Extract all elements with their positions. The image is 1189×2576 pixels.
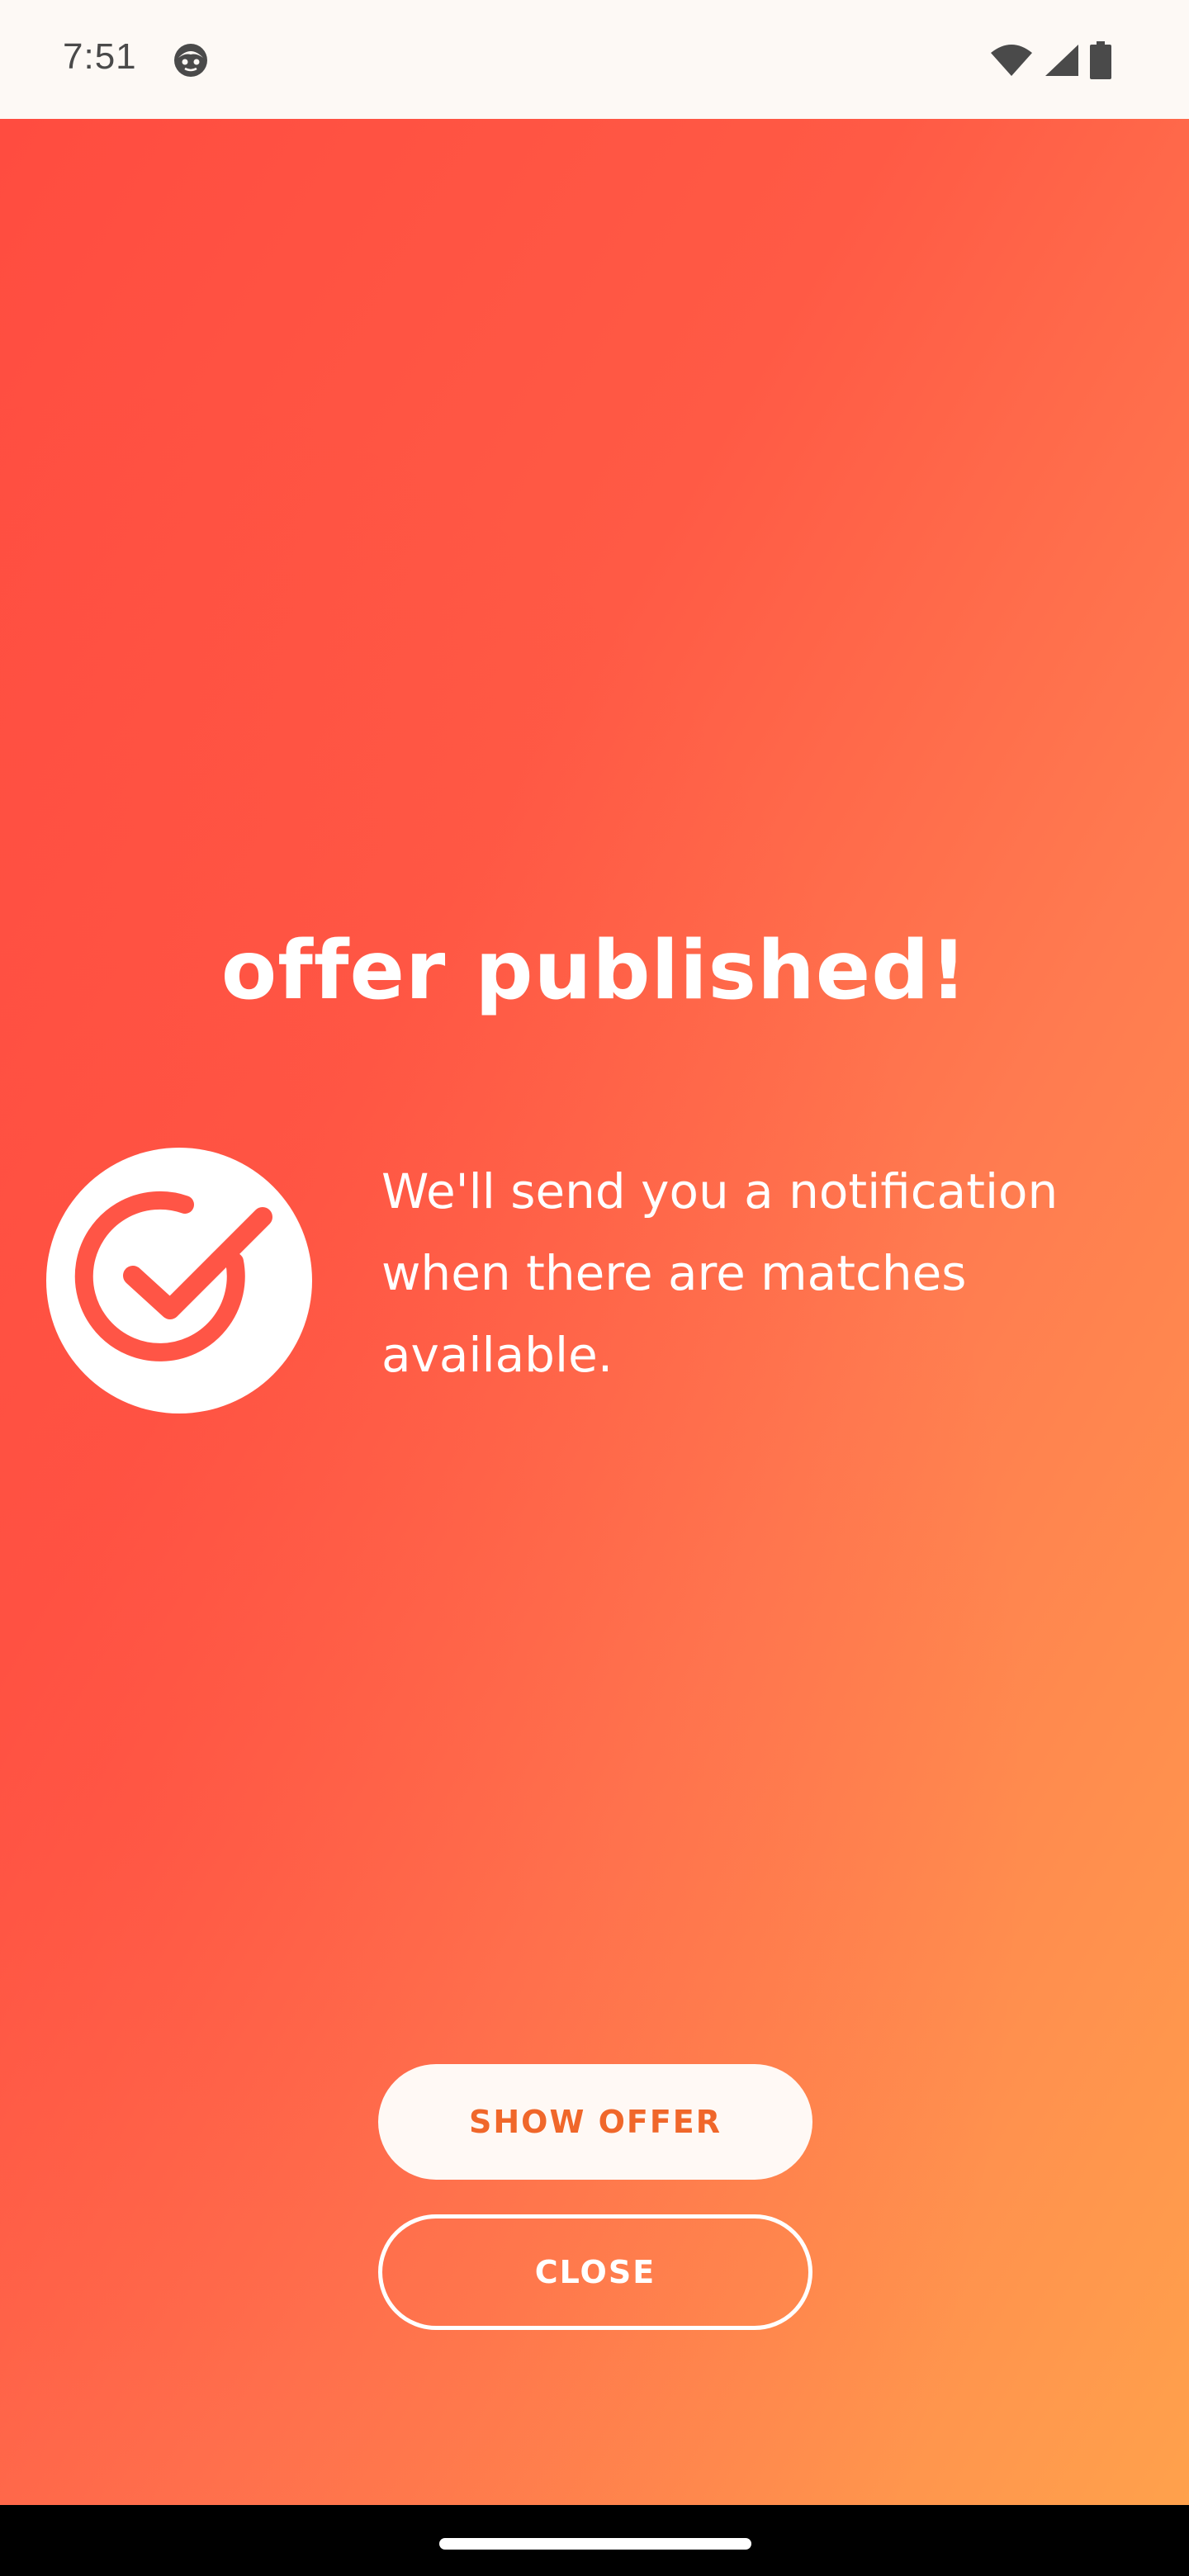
face-icon [172,41,210,79]
navigation-bar [0,2505,1189,2576]
home-handle[interactable] [439,2538,751,2550]
status-bar: 7:51 [0,0,1189,119]
show-offer-button[interactable]: SHOW OFFER [378,2064,812,2180]
check-circle-icon [46,1148,312,1413]
status-time: 7:51 [63,36,137,77]
wifi-icon [989,43,1034,81]
battery-icon [1090,41,1111,83]
page-title: offer published! [220,924,969,1018]
notification-message: We'll send you a notification when there… [381,1163,1059,1383]
screen: 7:51 offer published! We'll send you a n… [0,0,1189,2576]
status-icons [989,41,1111,83]
signal-icon [1044,43,1080,81]
close-button[interactable]: CLOSE [378,2214,812,2330]
